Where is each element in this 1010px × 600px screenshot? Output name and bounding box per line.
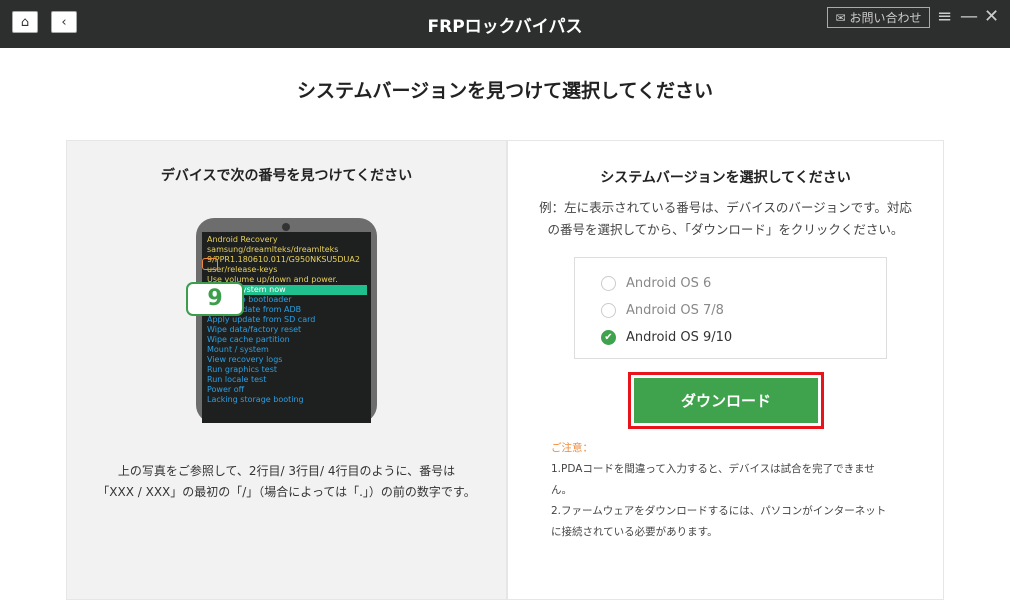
contact-button[interactable]: ✉ お問い合わせ bbox=[827, 7, 930, 28]
os-options: Android OS 6 Android OS 7/8 ✔ Android OS … bbox=[574, 257, 887, 359]
notes-title: ご注意： bbox=[551, 442, 593, 454]
option-label: Android OS 9/10 bbox=[626, 330, 733, 345]
checkmark-icon[interactable]: ✔ bbox=[601, 330, 616, 345]
option-label: Android OS 6 bbox=[626, 276, 712, 291]
recovery-line: Mount / system bbox=[207, 345, 269, 354]
option-label: Android OS 7/8 bbox=[626, 303, 724, 318]
desc-line: 上の写真をご参照して、2行目/ 3行目/ 4行目のように、番号は bbox=[117, 464, 456, 478]
left-panel-title: デバイスで次の番号を見つけてください bbox=[160, 168, 413, 184]
version-badge: 9 bbox=[186, 282, 244, 316]
menu-icon[interactable]: ≡ bbox=[937, 6, 952, 27]
recovery-line: samsung/dreamlteks/dreamlteks bbox=[207, 245, 339, 254]
recovery-line: Wipe cache partition bbox=[207, 335, 290, 344]
recovery-line: Wipe data/factory reset bbox=[207, 325, 302, 334]
recovery-line: Apply update from SD card bbox=[207, 315, 316, 324]
right-panel-title: システムバージョンを選択してください bbox=[600, 170, 851, 186]
page-title: システムバージョンを見つけて選択してください bbox=[297, 80, 713, 102]
right-description: 例：左に表示されている番号は、デバイスのバージョンです。対応 の番号を選択してか… bbox=[528, 197, 923, 241]
instruction-panel: デバイスで次の番号を見つけてください Android Recovery samsu… bbox=[66, 140, 507, 600]
version-highlight-circle bbox=[202, 258, 218, 270]
note-item: 2.ファームウェアをダウンロードするには、パソコンがインターネットに接続されてい… bbox=[551, 505, 887, 538]
left-description: 上の写真をご参照して、2行目/ 3行目/ 4行目のように、番号は 「XXX / … bbox=[67, 461, 506, 503]
option-android-9-10[interactable]: ✔ Android OS 9/10 bbox=[575, 324, 886, 351]
selection-panel: システムバージョンを選択してください 例：左に表示されている番号は、デバイスのバ… bbox=[507, 140, 944, 600]
option-android-6[interactable]: Android OS 6 bbox=[575, 270, 886, 297]
recovery-line: Android Recovery bbox=[207, 235, 278, 244]
recovery-line: View recovery logs bbox=[207, 355, 283, 364]
close-icon[interactable]: ✕ bbox=[984, 6, 999, 27]
option-android-7-8[interactable]: Android OS 7/8 bbox=[575, 297, 886, 324]
recovery-line: user/release-keys bbox=[207, 265, 278, 274]
download-button[interactable]: ダウンロード bbox=[634, 378, 818, 423]
recovery-line: 9/PPR1.180610.011/G950NKSU5DUA2 bbox=[207, 255, 360, 264]
desc-line: 例：左に表示されている番号は、デバイスのバージョンです。対応 bbox=[539, 200, 912, 215]
recovery-line: Power off bbox=[207, 385, 245, 394]
camera-icon bbox=[282, 223, 290, 231]
recovery-screen: Android Recovery samsung/dreamlteks/dream… bbox=[202, 232, 371, 423]
notes: ご注意： 1.PDAコードを間違って入力すると、デバイスは試合を完了できません。… bbox=[551, 438, 891, 543]
mail-icon: ✉ bbox=[835, 10, 846, 25]
radio-icon[interactable] bbox=[601, 303, 616, 318]
contact-label: お問い合わせ bbox=[849, 11, 922, 25]
recovery-line: Lacking storage booting bbox=[207, 395, 304, 404]
title-bar: ⌂ ‹ FRPロックバイパス ✉ お問い合わせ ≡ — ✕ bbox=[0, 0, 1010, 48]
note-item: 1.PDAコードを間違って入力すると、デバイスは試合を完了できません。 bbox=[551, 463, 875, 496]
recovery-line: Run graphics test bbox=[207, 365, 277, 374]
recovery-line: Run locale test bbox=[207, 375, 267, 384]
radio-icon[interactable] bbox=[601, 276, 616, 291]
download-highlight: ダウンロード bbox=[628, 372, 824, 429]
phone-illustration: Android Recovery samsung/dreamlteks/dream… bbox=[186, 218, 377, 423]
desc-line: 「XXX / XXX」の最初の「/」（場合によっては「.」）の前の数字です。 bbox=[97, 485, 476, 499]
minimize-icon[interactable]: — bbox=[960, 6, 978, 27]
desc-line: の番号を選択してから、「ダウンロード」をクリックください。 bbox=[547, 222, 904, 237]
